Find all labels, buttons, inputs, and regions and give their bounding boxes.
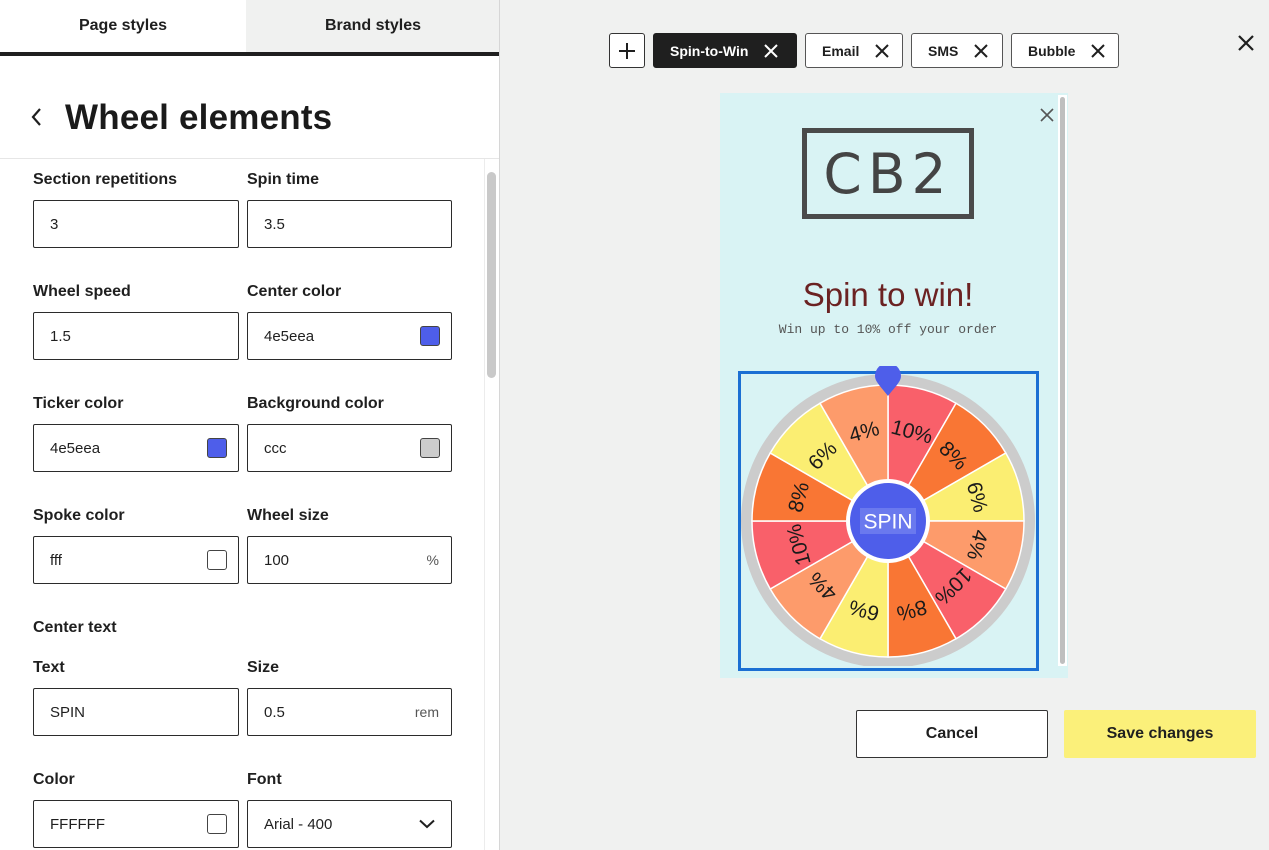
text-label: Text — [33, 659, 65, 676]
wheel-speed-label: Wheel speed — [33, 283, 131, 300]
text-color-swatch[interactable] — [207, 814, 227, 834]
chip-bubble[interactable]: Bubble — [1011, 33, 1119, 68]
close-icon[interactable] — [1091, 43, 1106, 58]
wheel-speed-input[interactable]: 1.5 — [33, 312, 239, 360]
chip-sms[interactable]: SMS — [911, 33, 1003, 68]
background-color-value: ccc — [264, 439, 287, 457]
popup-close-button[interactable] — [1038, 106, 1056, 124]
close-icon — [1238, 35, 1254, 51]
settings-form: Section repetitions 3 Spin time 3.5 Whee… — [0, 159, 484, 850]
prize-wheel[interactable]: 10%8%6%4%10%8%6%4%10%8%6%4%SPIN — [740, 366, 1036, 666]
center-text-section-label: Center text — [33, 619, 117, 636]
text-size-input[interactable]: 0.5 rem — [247, 688, 452, 736]
font-label: Font — [247, 771, 282, 788]
wheel-size-value: 100 — [264, 551, 290, 569]
section-repetitions-input[interactable]: 3 — [33, 200, 239, 248]
spoke-color-value: fff — [50, 551, 62, 569]
chip-email[interactable]: Email — [805, 33, 903, 68]
wheel-size-unit: % — [426, 552, 439, 568]
wheel-size-label: Wheel size — [247, 507, 329, 524]
text-size-value: 0.5 — [264, 703, 285, 721]
spin-time-label: Spin time — [247, 171, 320, 188]
ticker-color-label: Ticker color — [33, 395, 124, 412]
close-editor-button[interactable] — [1233, 30, 1259, 56]
center-text-input[interactable]: SPIN — [33, 688, 239, 736]
center-text-value: SPIN — [50, 703, 86, 721]
panel-header: Wheel elements — [0, 56, 499, 159]
settings-panel: Page styles Brand styles Wheel elements … — [0, 0, 500, 850]
tab-brand-styles[interactable]: Brand styles — [246, 0, 499, 52]
close-icon[interactable] — [875, 43, 890, 58]
plus-icon — [619, 42, 635, 59]
preview-scrollbar-thumb[interactable] — [1060, 97, 1065, 664]
center-color-value: 4e5eea — [264, 327, 315, 345]
spoke-color-label: Spoke color — [33, 507, 125, 524]
chip-bubble-label: Bubble — [1028, 42, 1076, 59]
spoke-color-input[interactable]: fff — [33, 536, 239, 584]
section-repetitions-label: Section repetitions — [33, 171, 178, 188]
cancel-button[interactable]: Cancel — [856, 710, 1048, 758]
ticker-color-value: 4e5eea — [50, 439, 101, 457]
close-icon[interactable] — [974, 43, 989, 58]
color-label: Color — [33, 771, 75, 788]
chevron-left-icon — [31, 108, 41, 126]
ticker-color-swatch[interactable] — [207, 438, 227, 458]
spin-time-input[interactable]: 3.5 — [247, 200, 452, 248]
background-color-input[interactable]: ccc — [247, 424, 452, 472]
brand-logo: CB2 — [802, 128, 974, 219]
chip-sms-label: SMS — [928, 42, 959, 59]
text-color-value: FFFFFF — [50, 815, 105, 833]
style-tabs: Page styles Brand styles — [0, 0, 499, 56]
center-color-swatch[interactable] — [420, 326, 440, 346]
chevron-down-icon — [419, 819, 435, 829]
spoke-color-swatch[interactable] — [207, 550, 227, 570]
center-color-input[interactable]: 4e5eea — [247, 312, 452, 360]
chip-spin-to-win-label: Spin-to-Win — [670, 42, 749, 59]
page-title: Wheel elements — [65, 98, 333, 137]
close-icon[interactable] — [764, 43, 779, 58]
popup-subhead: Win up to 10% off your order — [778, 322, 998, 337]
center-color-label: Center color — [247, 283, 342, 300]
background-color-swatch[interactable] — [420, 438, 440, 458]
size-label: Size — [247, 659, 280, 676]
back-button[interactable] — [24, 104, 50, 130]
font-value: Arial - 400 — [264, 815, 333, 833]
text-color-input[interactable]: FFFFFF — [33, 800, 239, 848]
text-size-unit: rem — [414, 704, 439, 720]
save-changes-button[interactable]: Save changes — [1064, 710, 1256, 758]
wheel-speed-value: 1.5 — [50, 327, 71, 345]
background-color-label: Background color — [247, 395, 384, 412]
form-scrollbar-thumb[interactable] — [487, 172, 496, 378]
close-icon — [1040, 108, 1054, 122]
font-select[interactable]: Arial - 400 — [247, 800, 452, 848]
add-step-button[interactable] — [609, 33, 645, 68]
popup-headline: Spin to win! — [802, 276, 974, 313]
chip-email-label: Email — [822, 42, 860, 59]
tab-page-styles[interactable]: Page styles — [0, 0, 246, 52]
wheel-size-input[interactable]: 100% — [247, 536, 452, 584]
ticker-color-input[interactable]: 4e5eea — [33, 424, 239, 472]
spin-label: SPIN — [863, 511, 912, 534]
spin-time-value: 3.5 — [264, 215, 285, 233]
chip-spin-to-win[interactable]: Spin-to-Win — [653, 33, 797, 68]
section-repetitions-value: 3 — [50, 215, 59, 233]
